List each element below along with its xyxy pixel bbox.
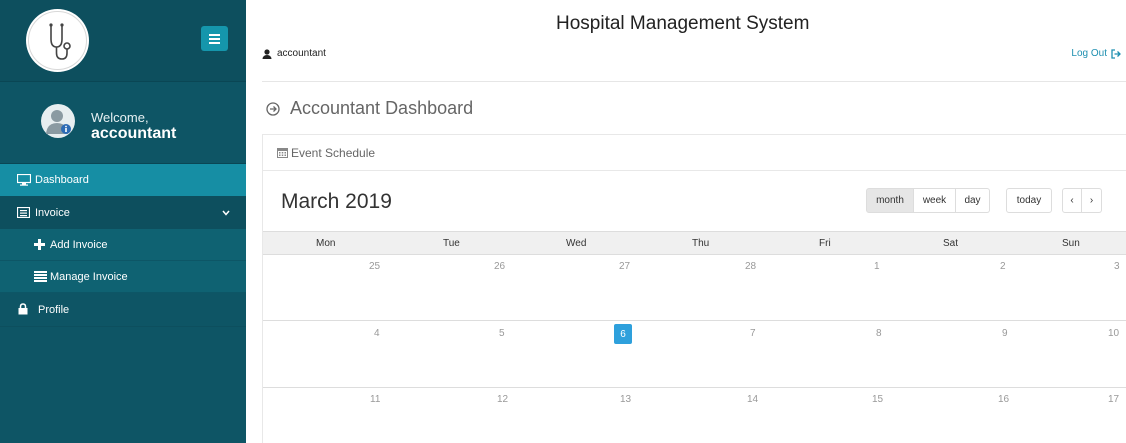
header-divider (262, 81, 1126, 82)
weekday-label: Thu (692, 238, 710, 249)
plus-icon (34, 239, 45, 250)
calendar-day[interactable]: 5 (499, 328, 505, 339)
calendar-day[interactable]: 9 (1002, 328, 1008, 339)
weekday-label: Sun (1062, 238, 1080, 249)
next-button[interactable]: › (1082, 188, 1102, 213)
sidebar-item-profile[interactable]: Profile (0, 293, 246, 327)
page-title-text: Accountant Dashboard (290, 98, 474, 118)
calendar-day[interactable]: 10 (1108, 328, 1119, 339)
sidebar: Welcome, accountant Dashboard Invoice Ad… (0, 0, 246, 443)
sidebar-item-label: Profile (38, 304, 70, 316)
monitor-icon (17, 174, 31, 186)
event-schedule-panel: Event Schedule March 2019 month week day… (262, 134, 1126, 443)
panel-title: Event Schedule (291, 145, 376, 160)
logout-icon (1111, 48, 1121, 59)
calendar-day[interactable]: 2 (1000, 261, 1006, 272)
nav-group: ‹ › (1062, 188, 1102, 213)
weekday-label: Mon (316, 238, 336, 249)
user-icon (262, 48, 272, 59)
calendar-weekday-header: Mon Tue Wed Thu Fri Sat Sun (263, 231, 1126, 255)
week-view-button[interactable]: week (914, 188, 956, 213)
stethoscope-logo-icon (26, 9, 89, 72)
calendar-icon (277, 148, 288, 158)
view-switcher: month week day (866, 188, 990, 213)
current-user: accountant (262, 48, 326, 59)
invoice-icon (17, 207, 30, 218)
sidebar-item-dashboard[interactable]: Dashboard (0, 164, 246, 196)
sidebar-item-label: Invoice (35, 207, 70, 219)
logout-link[interactable]: Log Out (1071, 48, 1121, 59)
calendar-day[interactable]: 3 (1114, 261, 1120, 272)
calendar-day[interactable]: 4 (374, 328, 380, 339)
prev-button[interactable]: ‹ (1062, 188, 1082, 213)
calendar-month-title: March 2019 (281, 190, 392, 213)
calendar-day[interactable]: 15 (872, 394, 883, 405)
calendar-day[interactable]: 1 (874, 261, 880, 272)
calendar-day[interactable]: 14 (747, 394, 758, 405)
calendar-day[interactable]: 25 (369, 261, 380, 272)
sidebar-item-invoice[interactable]: Invoice (0, 196, 246, 229)
user-welcome-panel: Welcome, accountant (0, 82, 246, 164)
welcome-label: Welcome, (91, 110, 149, 125)
avatar-icon (41, 104, 75, 138)
sidebar-item-label: Add Invoice (50, 239, 108, 251)
weekday-label: Wed (566, 238, 587, 249)
chevron-down-icon (222, 210, 230, 216)
weekday-label: Tue (443, 238, 460, 249)
calendar-day[interactable]: 26 (494, 261, 505, 272)
today-button[interactable]: today (1006, 188, 1052, 213)
sidebar-item-label: Manage Invoice (50, 271, 128, 283)
current-user-name: accountant (277, 48, 326, 59)
week-divider (263, 387, 1126, 388)
calendar-day[interactable]: 8 (876, 328, 882, 339)
weekday-label: Fri (819, 238, 831, 249)
main-content: Hospital Management System accountant Lo… (246, 0, 1126, 443)
calendar-day[interactable]: 13 (620, 394, 631, 405)
calendar-day[interactable]: 28 (745, 261, 756, 272)
calendar-day[interactable]: 17 (1108, 394, 1119, 405)
lock-icon (18, 303, 28, 315)
weekday-label: Sat (943, 238, 959, 249)
sidebar-item-label: Dashboard (35, 174, 89, 186)
calendar-day-today[interactable]: 6 (614, 324, 632, 344)
page-title: Accountant Dashboard (266, 98, 473, 119)
circle-arrow-icon (266, 101, 280, 116)
welcome-username: accountant (91, 125, 177, 142)
calendar-day[interactable]: 27 (619, 261, 630, 272)
week-divider (263, 320, 1126, 321)
sidebar-item-manage-invoice[interactable]: Manage Invoice (0, 261, 246, 293)
app-title: Hospital Management System (556, 13, 810, 34)
today-group: today (1006, 188, 1052, 213)
day-view-button[interactable]: day (956, 188, 990, 213)
menu-toggle-button[interactable] (201, 26, 228, 51)
month-view-button[interactable]: month (866, 188, 914, 213)
list-icon (34, 271, 47, 282)
sidebar-item-add-invoice[interactable]: Add Invoice (0, 229, 246, 261)
hamburger-icon (209, 34, 220, 36)
calendar-day[interactable]: 7 (750, 328, 756, 339)
panel-header: Event Schedule (263, 135, 1126, 171)
calendar-day[interactable]: 16 (998, 394, 1009, 405)
sidebar-header (0, 0, 246, 82)
logout-label: Log Out (1071, 48, 1107, 59)
calendar-day[interactable]: 12 (497, 394, 508, 405)
calendar-day[interactable]: 11 (370, 394, 380, 405)
